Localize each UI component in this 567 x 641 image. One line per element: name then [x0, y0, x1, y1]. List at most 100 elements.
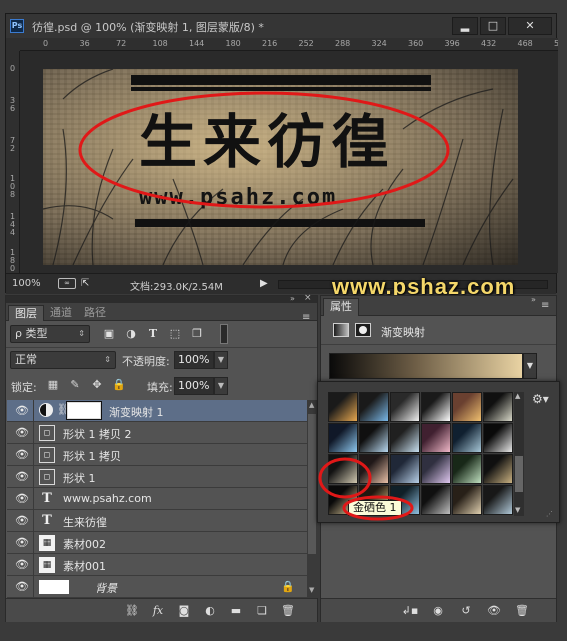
- opacity-slider-button[interactable]: ▼: [214, 351, 228, 369]
- share-icon[interactable]: ⇱: [81, 278, 93, 289]
- minimize-button[interactable]: ▂: [452, 17, 478, 35]
- clip-to-layer-icon[interactable]: ↲▪: [401, 603, 419, 619]
- eye-icon[interactable]: 👁: [15, 515, 29, 527]
- view-previous-icon[interactable]: ◉: [429, 603, 447, 619]
- collapse-icon[interactable]: »: [531, 295, 536, 304]
- layer-kind-filter[interactable]: ρ 类型 ⇕: [10, 325, 90, 343]
- lock-transparency-icon[interactable]: ▦: [46, 378, 60, 392]
- gear-icon[interactable]: ⚙▾: [532, 392, 549, 406]
- smart-object-filter-icon[interactable]: ❐: [190, 327, 204, 341]
- gradient-swatch[interactable]: [359, 392, 389, 422]
- gradient-map-adjustment-icon[interactable]: [333, 323, 349, 337]
- scroll-up-icon[interactable]: ▲: [309, 401, 314, 409]
- gradient-swatch[interactable]: [421, 392, 451, 422]
- gradient-dropdown-button[interactable]: ▼: [523, 353, 537, 379]
- gradient-swatch[interactable]: [421, 485, 451, 515]
- layer-row-gradient-map[interactable]: 👁 ⛓ 渐变映射 1: [7, 400, 307, 422]
- gradient-preview-bar[interactable]: [329, 353, 523, 379]
- panel-menu-icon[interactable]: ≡: [302, 312, 310, 323]
- fill-input[interactable]: 100%: [174, 377, 214, 395]
- scroll-thumb[interactable]: [308, 414, 316, 554]
- scroll-down-icon[interactable]: ▼: [515, 506, 520, 514]
- horizontal-ruler[interactable]: 0 36 72 108 144 180 216 252 288 324 360 396 432 468 50…: [20, 38, 558, 51]
- gradient-swatch[interactable]: [359, 423, 389, 453]
- gradient-swatch[interactable]: [483, 485, 513, 515]
- add-mask-icon[interactable]: ◙: [176, 603, 192, 619]
- canvas-area[interactable]: 生来彷徨 www.psahz.com: [20, 51, 558, 273]
- collapse-icon[interactable]: »: [290, 294, 295, 303]
- visibility-icon[interactable]: 👁: [485, 603, 503, 619]
- filter-toggle[interactable]: [220, 324, 228, 344]
- gradient-swatch[interactable]: [421, 423, 451, 453]
- scroll-up-icon[interactable]: ▲: [515, 392, 520, 400]
- gradient-swatch[interactable]: [328, 392, 358, 422]
- gradient-swatch[interactable]: [421, 454, 451, 484]
- lock-position-icon[interactable]: ✥: [90, 378, 104, 392]
- eye-icon[interactable]: 👁: [15, 493, 29, 505]
- eye-icon[interactable]: 👁: [15, 581, 29, 593]
- gradient-swatch[interactable]: [390, 423, 420, 453]
- tab-channels[interactable]: 通道: [44, 305, 78, 321]
- status-menu-arrow-icon[interactable]: ▶: [260, 278, 268, 289]
- reset-icon[interactable]: ↺: [457, 603, 475, 619]
- shape-filter-icon[interactable]: ⬚: [168, 327, 182, 341]
- layer-row-shape-copy-2[interactable]: 👁 ◻ 形状 1 拷贝 2: [7, 422, 307, 444]
- close-button[interactable]: ✕: [508, 17, 552, 35]
- opacity-input[interactable]: 100%: [174, 351, 214, 369]
- gradient-swatch[interactable]: [359, 454, 389, 484]
- scroll-down-icon[interactable]: ▼: [309, 586, 314, 594]
- document-title-bar[interactable]: Ps 彷徨.psd @ 100% (渐变映射 1, 图层蒙版/8) * ▂ □ …: [6, 14, 556, 38]
- scroll-thumb[interactable]: [515, 456, 523, 492]
- picker-scrollbar[interactable]: ▲ ▼: [514, 392, 524, 516]
- tab-layers[interactable]: 图层: [8, 305, 44, 321]
- ruler-origin[interactable]: [6, 38, 20, 51]
- eye-icon[interactable]: 👁: [15, 559, 29, 571]
- fx-icon[interactable]: fx: [150, 603, 166, 619]
- eye-icon[interactable]: 👁: [15, 427, 29, 439]
- layer-row-shape[interactable]: 👁 ◻ 形状 1: [7, 466, 307, 488]
- layer-row-material-002[interactable]: 👁 ▦ 素材002: [7, 532, 307, 554]
- cloud-sync-icon[interactable]: ∞: [58, 278, 76, 289]
- panel-drag-strip[interactable]: » ×: [6, 293, 317, 303]
- gradient-swatch[interactable]: [452, 485, 482, 515]
- panel-close-icon[interactable]: ×: [304, 293, 312, 303]
- eye-icon[interactable]: 👁: [15, 471, 29, 483]
- gradient-swatch[interactable]: [328, 454, 358, 484]
- layer-row-title-text[interactable]: 👁 T 生来彷徨: [7, 510, 307, 532]
- eye-icon[interactable]: 👁: [15, 537, 29, 549]
- gradient-swatch[interactable]: [390, 454, 420, 484]
- tab-properties[interactable]: 属性: [323, 298, 359, 316]
- eye-icon[interactable]: 👁: [15, 405, 29, 417]
- gradient-swatch[interactable]: [452, 454, 482, 484]
- layer-mask-thumbnail[interactable]: [66, 401, 102, 420]
- gradient-swatch[interactable]: [328, 423, 358, 453]
- maximize-button[interactable]: □: [480, 17, 506, 35]
- delete-layer-icon[interactable]: 🗑: [280, 603, 296, 619]
- type-filter-icon[interactable]: T: [146, 327, 160, 341]
- gradient-swatch[interactable]: [483, 392, 513, 422]
- eye-icon[interactable]: 👁: [15, 449, 29, 461]
- image-filter-icon[interactable]: ▣: [102, 327, 116, 341]
- panel-menu-icon[interactable]: ≡: [541, 300, 549, 311]
- resize-grip-icon[interactable]: ⋰: [546, 510, 553, 518]
- fill-slider-button[interactable]: ▼: [214, 377, 228, 395]
- lock-all-icon[interactable]: 🔒: [112, 378, 126, 392]
- new-adjustment-icon[interactable]: ◐: [202, 603, 218, 619]
- new-group-icon[interactable]: ▬: [228, 603, 244, 619]
- layer-row-url-text[interactable]: 👁 T www.psahz.com: [7, 488, 307, 510]
- lock-image-pixels-icon[interactable]: ✎: [68, 378, 82, 392]
- gradient-swatch[interactable]: [452, 392, 482, 422]
- artwork-canvas[interactable]: 生来彷徨 www.psahz.com: [43, 69, 518, 265]
- blend-mode-select[interactable]: 正常 ⇕: [10, 351, 116, 369]
- vertical-ruler[interactable]: 0 36 72 108 144 180: [6, 51, 20, 273]
- adjustment-filter-icon[interactable]: ◑: [124, 327, 138, 341]
- gradient-swatch[interactable]: [483, 423, 513, 453]
- layer-row-shape-copy[interactable]: 👁 ◻ 形状 1 拷贝: [7, 444, 307, 466]
- tab-paths[interactable]: 路径: [78, 305, 112, 321]
- gradient-swatch[interactable]: [390, 392, 420, 422]
- delete-icon[interactable]: 🗑: [513, 603, 531, 619]
- gradient-swatch[interactable]: [483, 454, 513, 484]
- layer-row-background[interactable]: 👁 背景 🔒: [7, 576, 307, 598]
- link-layers-icon[interactable]: ⛓: [124, 603, 140, 619]
- new-layer-icon[interactable]: ❏: [254, 603, 270, 619]
